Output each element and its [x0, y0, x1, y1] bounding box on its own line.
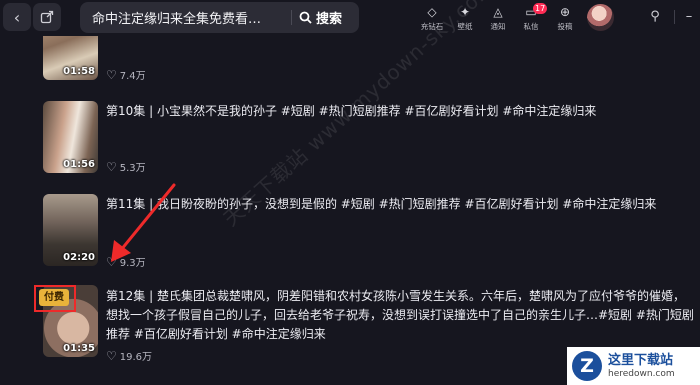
toolbar-upload[interactable]: ⊕ 投稿 — [548, 3, 582, 35]
episode-title[interactable]: 第10集 | 小宝果然不是我的孙子 #短剧 #热门短剧推荐 #百亿剧好看计划 #… — [106, 102, 696, 121]
brand-text: 这里下载站 heredown.com — [608, 352, 675, 380]
minimize-icon: – — [685, 9, 693, 24]
new-window-icon — [40, 10, 54, 24]
highlight-box — [34, 285, 76, 312]
search-bar: 命中注定缘归来全集免费看… 搜索 — [80, 2, 359, 33]
episode-title[interactable]: 第12集 | 楚氏集团总裁楚啸风，阴差阳错和农村女孩陈小雪发生关系。六年后，楚啸… — [106, 287, 696, 344]
bell-icon: ◬ — [493, 5, 503, 19]
pin-button[interactable]: ⚲ — [646, 8, 664, 26]
brand-watermark: Z 这里下载站 heredown.com — [567, 347, 700, 385]
heart-icon: ♡ — [106, 159, 117, 174]
new-window-button[interactable] — [33, 3, 61, 31]
upload-icon: ⊕ — [559, 5, 571, 19]
top-bar: ‹ 命中注定缘归来全集免费看… 搜索 ◇ 充钻石 ✦ 壁纸 ◬ 通知 ▭ 17 … — [0, 0, 700, 36]
toolbar-notifications-label: 通知 — [490, 22, 506, 31]
heart-icon: ♡ — [106, 348, 117, 363]
toolbar-upload-label: 投稿 — [557, 22, 573, 31]
chevron-left-icon: ‹ — [13, 7, 21, 27]
brand-url: heredown.com — [608, 369, 675, 379]
video-duration: 02:20 — [63, 252, 95, 263]
toolbar-messages-label: 私信 — [523, 22, 539, 31]
search-button-label: 搜索 — [316, 12, 343, 27]
search-button[interactable]: 搜索 — [299, 2, 342, 33]
pin-icon: ⚲ — [650, 9, 660, 24]
like-count[interactable]: ♡ 9.3万 — [106, 254, 146, 270]
like-count-value: 5.3万 — [119, 163, 146, 174]
message-count-badge: 17 — [533, 3, 548, 14]
video-thumbnail[interactable]: 02:20 — [43, 194, 98, 266]
search-icon — [299, 11, 312, 24]
video-thumbnail[interactable]: 01:58 — [43, 36, 98, 80]
episode-title[interactable]: 第11集 | 我日盼夜盼的孙子，没想到是假的 #短剧 #热门短剧推荐 #百亿剧好… — [106, 195, 696, 214]
like-count[interactable]: ♡ 19.6万 — [106, 348, 153, 364]
video-thumbnail[interactable]: 01:56 — [43, 101, 98, 173]
avatar[interactable] — [587, 4, 614, 31]
minimize-button[interactable]: – — [680, 8, 698, 26]
back-button[interactable]: ‹ — [3, 3, 31, 31]
heart-icon: ♡ — [106, 254, 117, 269]
search-input[interactable]: 命中注定缘归来全集免费看… — [92, 8, 287, 27]
window-controls-divider — [674, 10, 675, 24]
like-count[interactable]: ♡ 7.4万 — [106, 67, 146, 83]
toolbar-notifications[interactable]: ◬ 通知 — [481, 3, 515, 35]
toolbar-messages[interactable]: ▭ 17 私信 — [514, 3, 548, 35]
search-divider — [291, 10, 292, 25]
video-duration: 01:56 — [63, 159, 95, 170]
like-count-value: 19.6万 — [119, 352, 153, 363]
heart-icon: ♡ — [106, 67, 117, 82]
like-count[interactable]: ♡ 5.3万 — [106, 159, 146, 175]
like-count-value: 9.3万 — [119, 258, 146, 269]
like-count-value: 7.4万 — [119, 71, 146, 82]
video-duration: 01:35 — [63, 343, 95, 354]
brand-name: 这里下载站 — [608, 353, 674, 368]
video-duration: 01:58 — [63, 66, 95, 77]
brand-logo: Z — [572, 351, 602, 381]
